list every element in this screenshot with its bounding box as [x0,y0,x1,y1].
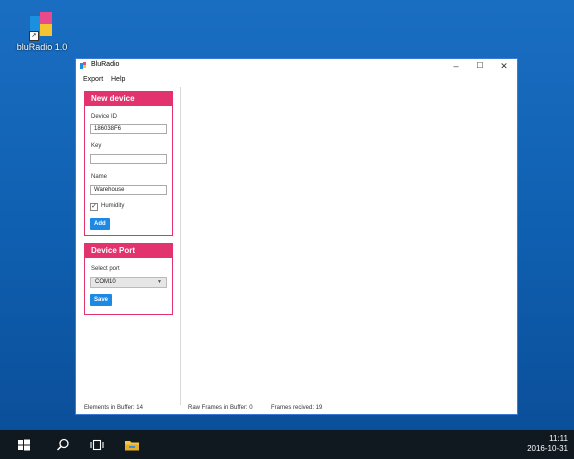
task-view-icon[interactable] [89,437,105,453]
menu-export[interactable]: Export [83,76,103,83]
menu-help[interactable]: Help [111,76,125,83]
menu-bar: Export Help [76,75,517,87]
humidity-label: Humidity [101,203,125,209]
device-id-label: Device ID [91,114,118,120]
minimize-button[interactable]: – [447,60,465,72]
new-device-panel: New device Device ID 186038F6 Key Name W… [84,91,173,236]
device-port-panel: Device Port Select port COM10 ▼ Save [84,243,173,315]
desktop-icon-label: bluRadio 1.0 [16,42,68,52]
status-bar: Elements in Buffer: 14 Raw Frames in Buf… [84,405,504,415]
taskbar: 11:11 2016-10-31 [0,430,574,459]
shortcut-arrow-icon: ↗ [29,31,39,41]
system-clock[interactable]: 11:11 2016-10-31 [527,434,568,454]
window-title: BluRadio [91,61,120,68]
bluradio-window: BluRadio – ☐ ✕ Export Help New device De… [75,58,518,415]
chevron-down-icon: ▼ [157,279,162,285]
app-icon [80,62,88,70]
panel-divider [180,87,181,405]
save-button[interactable]: Save [90,294,113,306]
clock-time: 11:11 [549,434,568,443]
device-port-header: Device Port [85,244,172,258]
port-select[interactable]: COM10 ▼ [90,277,167,288]
add-button[interactable]: Add [90,218,110,230]
bluradio-desktop-shortcut[interactable]: ↗ bluRadio 1.0 [14,12,70,52]
select-port-label: Select port [91,266,120,272]
port-select-value: COM10 [95,279,116,285]
raw-frames-in-buffer: Raw Frames in Buffer: 0 [188,405,253,411]
bluradio-logo-icon: ↗ [28,12,56,41]
humidity-checkbox[interactable]: ✓ [90,203,98,211]
close-button[interactable]: ✕ [495,60,513,72]
name-label: Name [91,174,108,180]
desktop: ↗ bluRadio 1.0 BluRadio – ☐ ✕ Export Hel… [0,0,574,430]
name-input[interactable]: Warehouse [90,185,167,195]
file-explorer-icon[interactable] [124,437,140,453]
elements-in-buffer: Elements in Buffer: 14 [84,405,143,411]
key-input[interactable] [90,154,167,164]
maximize-button[interactable]: ☐ [471,60,489,72]
device-id-input[interactable]: 186038F6 [90,124,167,134]
clock-date: 2016-10-31 [527,444,568,453]
frames-received: Frames recived: 19 [271,405,323,411]
key-label: Key [91,143,102,149]
title-bar[interactable]: BluRadio – ☐ ✕ [76,59,517,73]
new-device-header: New device [85,92,172,106]
search-icon[interactable] [55,437,71,453]
windows-start-icon[interactable] [16,437,32,453]
